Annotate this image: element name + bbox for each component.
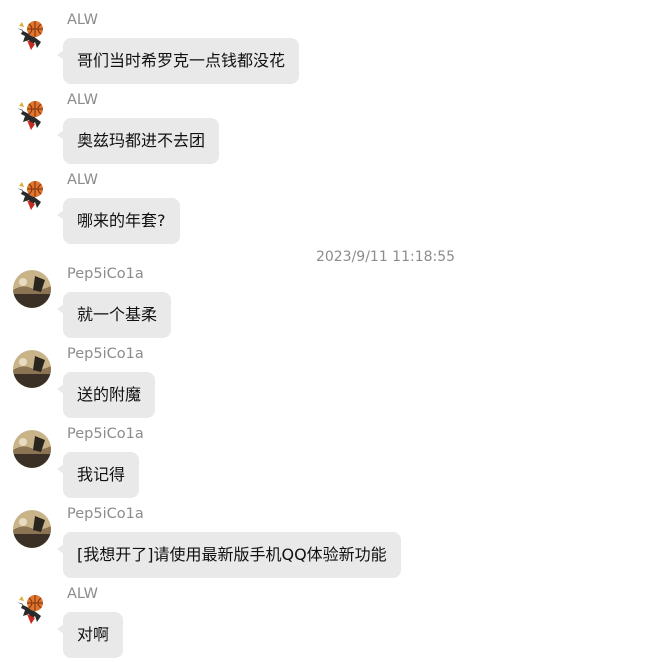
sender-name: Pep5iCo1a (67, 426, 144, 442)
basketball-avatar-icon[interactable] (13, 176, 51, 214)
message-item: ALW 哥们当时希罗克一点钱都没花 (0, 8, 663, 88)
message-bubble[interactable]: 送的附魔 (56, 372, 156, 418)
photo-avatar-icon[interactable] (13, 430, 51, 468)
message-bubble[interactable]: 我记得 (56, 452, 140, 498)
message-item: Pep5iCo1a 我记得 (0, 422, 663, 502)
sender-name: ALW (67, 586, 99, 602)
message-bubble[interactable]: 哥们当时希罗克一点钱都没花 (56, 38, 300, 84)
sender-name: Pep5iCo1a (67, 506, 144, 522)
message-bubble[interactable]: 对啊 (56, 612, 124, 658)
message-bubble[interactable]: 就一个基柔 (56, 292, 172, 338)
sender-name: ALW (67, 172, 99, 188)
sender-name: ALW (67, 12, 99, 28)
basketball-avatar-icon[interactable] (13, 16, 51, 54)
photo-avatar-icon[interactable] (13, 510, 51, 548)
photo-avatar-icon[interactable] (13, 350, 51, 388)
message-bubble[interactable]: 奥兹玛都进不去团 (56, 118, 220, 164)
message-item: Pep5iCo1a [我想开了]请使用最新版手机QQ体验新功能 (0, 502, 663, 582)
photo-avatar-icon[interactable] (13, 270, 51, 308)
message-bubble[interactable]: 哪来的年套? (57, 198, 180, 244)
sender-name: Pep5iCo1a (67, 266, 144, 282)
basketball-avatar-icon[interactable] (13, 590, 51, 628)
message-item: Pep5iCo1a 送的附魔 (0, 342, 663, 422)
sender-name: ALW (67, 92, 99, 108)
sender-name: Pep5iCo1a (67, 346, 144, 362)
basketball-avatar-icon[interactable] (13, 96, 51, 134)
message-item: ALW 哪来的年套? (0, 168, 663, 248)
message-item: Pep5iCo1a 就一个基柔 (0, 262, 663, 342)
message-bubble[interactable]: [我想开了]请使用最新版手机QQ体验新功能 (57, 532, 401, 578)
message-item: ALW 奥兹玛都进不去团 (0, 88, 663, 168)
message-item: ALW 对啊 (0, 582, 663, 662)
chat-message-list[interactable]: ALW 哥们当时希罗克一点钱都没花 ALW 奥兹玛都进不去团 ALW 哪来的年套… (0, 0, 663, 662)
